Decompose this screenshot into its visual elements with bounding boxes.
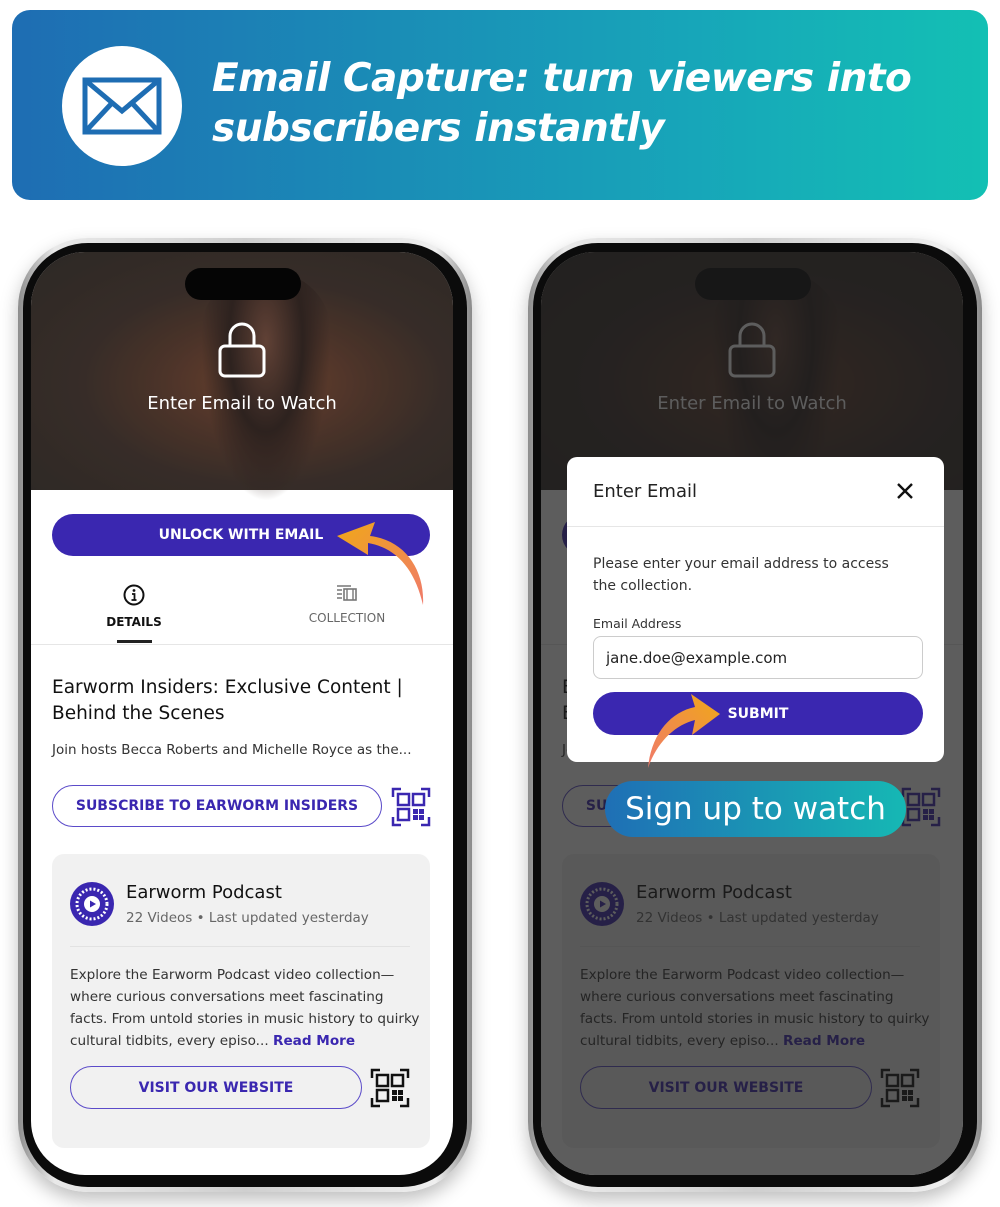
collection-card: Earworm Podcast 22 Videos • Last updated… (52, 854, 430, 1148)
modal-message: Please enter your email address to acces… (593, 556, 889, 594)
submit-button[interactable]: SUBMIT (593, 692, 923, 735)
content-title: Earworm Insiders: Exclusive Content | Be… (52, 677, 403, 724)
envelope-icon (82, 77, 162, 135)
enter-email-modal: Enter Email Please enter your email addr… (567, 457, 944, 762)
active-tab-indicator (117, 640, 152, 643)
read-more-link[interactable]: Read More (273, 1033, 355, 1049)
dynamic-island (185, 268, 301, 300)
modal-title: Enter Email (593, 481, 697, 502)
tab-details[interactable]: DETAILS (64, 584, 204, 629)
email-label: Email Address (593, 616, 682, 631)
close-icon[interactable] (893, 479, 917, 503)
content-description: Join hosts Becca Roberts and Michelle Ro… (52, 742, 412, 758)
podcast-avatar (70, 882, 114, 926)
sign-up-callout: Sign up to watch (605, 781, 906, 837)
phone-mockup-left: Enter Email to Watch UNLOCK WITH EMAIL D… (18, 238, 472, 1192)
envelope-badge (62, 46, 182, 166)
banner-title: Email Capture: turn viewers into subscri… (212, 56, 912, 151)
phone-screen: Enter Email to Watch UNLOCK WITH EMAIL D… (31, 252, 453, 1175)
visit-website-button[interactable]: VISIT OUR WEBSITE (70, 1066, 362, 1109)
card-title: Earworm Podcast (126, 882, 282, 903)
qr-code-icon[interactable] (370, 1068, 410, 1108)
video-player[interactable]: Enter Email to Watch (31, 252, 453, 502)
email-input[interactable] (593, 636, 923, 679)
lock-icon (218, 322, 266, 378)
card-meta: 22 Videos • Last updated yesterday (126, 910, 369, 926)
card-description: Explore the Earworm Podcast video collec… (70, 967, 420, 1049)
arrow-pointer-icon (337, 522, 424, 605)
info-icon (123, 584, 145, 606)
arrow-pointer-icon (648, 694, 720, 768)
qr-code-icon[interactable] (391, 787, 431, 827)
video-lock-text: Enter Email to Watch (147, 393, 337, 414)
subscribe-button[interactable]: SUBSCRIBE TO EARWORM INSIDERS (52, 785, 382, 827)
header-banner: Email Capture: turn viewers into subscri… (12, 10, 988, 200)
